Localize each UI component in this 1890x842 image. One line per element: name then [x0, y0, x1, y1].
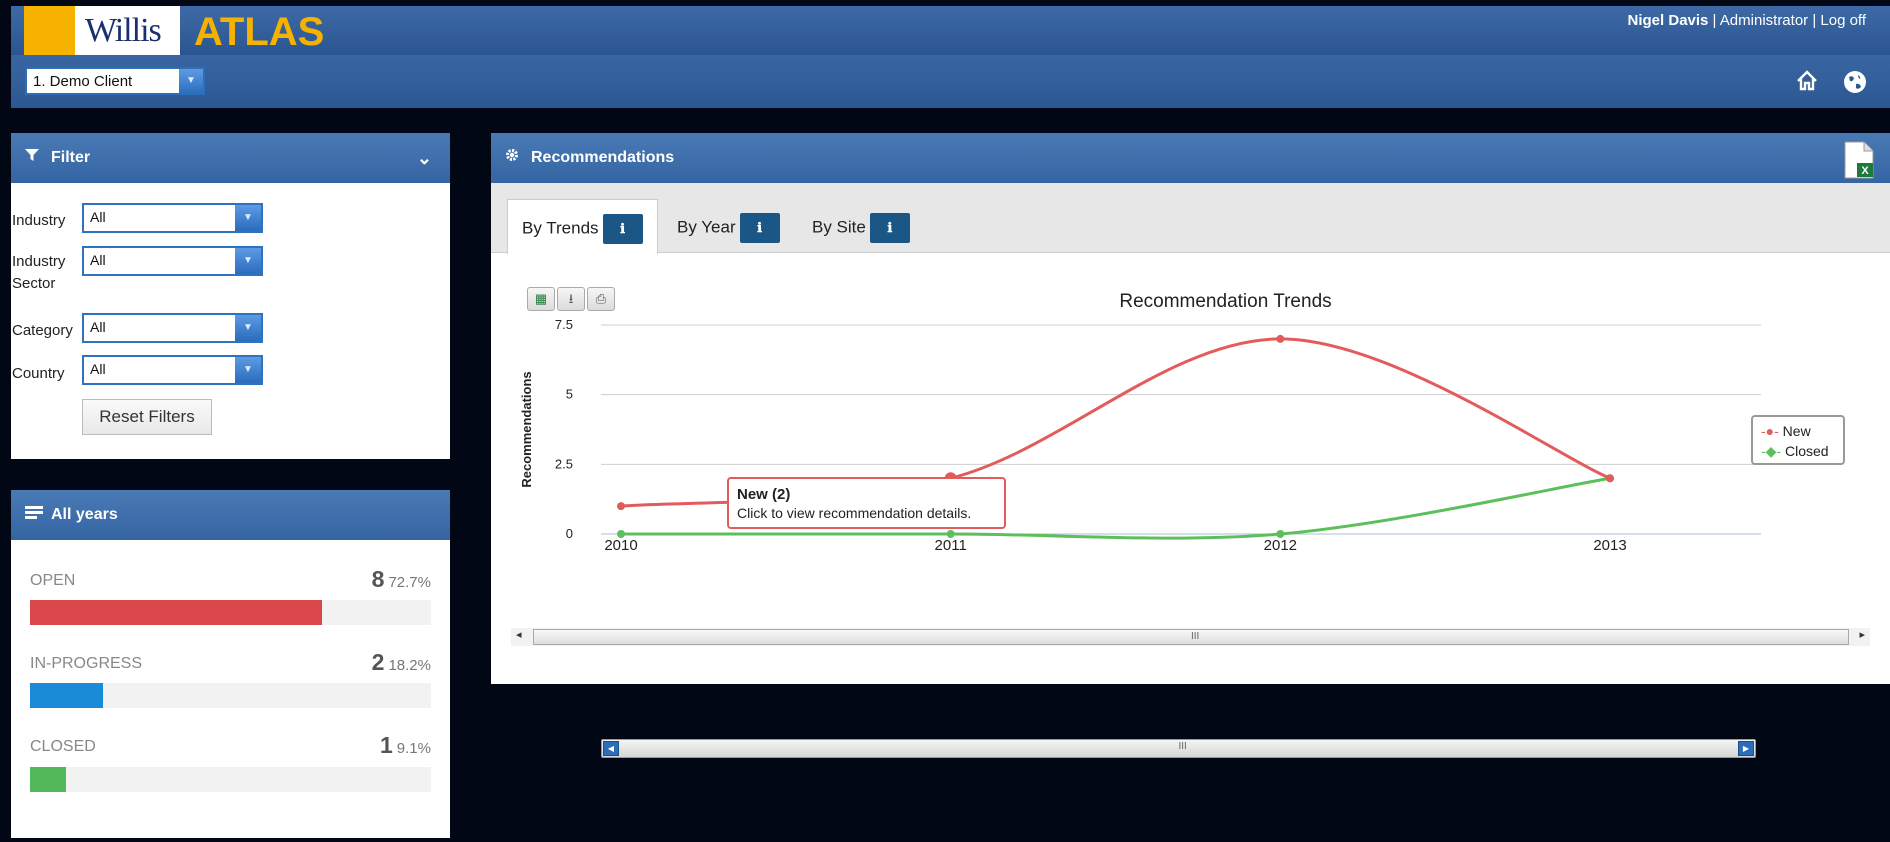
stat-value-open: 8 72.7%	[371, 566, 431, 592]
excel-export-icon[interactable]: X	[1842, 141, 1876, 179]
filter-header[interactable]: Filter ⌄	[11, 133, 450, 183]
trend-chart: ▦ ⭳ ⎙ Recommendation Trends 0 2.5 5 7.5 2010…	[511, 279, 1881, 758]
stat-value-in-progress: 2 18.2%	[371, 649, 431, 675]
stat-label-in-progress: IN-PROGRESS	[30, 655, 143, 672]
y-tick-label: 0	[566, 526, 573, 541]
stat-value-closed: 1 9.1%	[380, 732, 431, 758]
data-point-new	[617, 502, 625, 511]
x-tick-label: 2012	[1264, 537, 1297, 554]
country-select-value: All	[90, 361, 106, 377]
progress-bar-closed	[30, 767, 67, 792]
tab-bar: By Trends ℹ By Year ℹ By Site ℹ	[491, 183, 1890, 254]
stat-label-open: OPEN	[30, 572, 76, 589]
user-role[interactable]: Administrator	[1720, 12, 1808, 29]
category-select[interactable]: All ▼	[82, 313, 263, 343]
chart-plot: 0 2.5 5 7.5 2010 2011 2012 2013 Recommendations	[519, 317, 1761, 554]
scroll-left-icon[interactable]: ◀	[603, 741, 619, 756]
recommendations-header: Recommendations X	[491, 133, 1890, 183]
category-select-value: All	[90, 319, 106, 335]
x-tick-label: 2013	[1593, 537, 1626, 554]
all-years-title: All years	[51, 506, 118, 523]
info-icon[interactable]: ℹ	[602, 214, 643, 244]
data-point-closed	[617, 530, 625, 538]
willis-logo[interactable]: Willis	[24, 6, 180, 55]
legend-item-new[interactable]: -●- New	[1761, 421, 1835, 441]
y-tick-label: 5	[566, 387, 573, 402]
info-icon[interactable]: ℹ	[869, 213, 910, 243]
tab-by-site[interactable]: By Site ℹ	[798, 199, 924, 253]
gear-icon	[505, 133, 527, 183]
industry-label: Industry	[12, 212, 66, 229]
reset-filters-button[interactable]: Reset Filters	[82, 399, 212, 435]
industry-select-value: All	[90, 209, 106, 225]
list-icon	[25, 490, 47, 540]
chart-legend[interactable]: -●- New -◆- Closed	[1751, 415, 1845, 465]
chart-tooltip[interactable]: New (2) Click to view recommendation det…	[727, 477, 1006, 529]
y-axis-label: Recommendations	[519, 371, 534, 487]
legend-item-closed[interactable]: -◆- Closed	[1761, 441, 1835, 461]
y-tick-label: 7.5	[555, 317, 573, 332]
scroll-grip-icon[interactable]: III	[1179, 741, 1187, 752]
chevron-down-icon[interactable]: ▼	[179, 69, 203, 93]
scroll-thumb[interactable]: III	[533, 629, 1849, 645]
info-icon[interactable]: ℹ	[739, 213, 780, 243]
user-info: Nigel Davis | Administrator | Log off	[1627, 12, 1866, 29]
recommendations-panel: Recommendations X By Trends ℹ By Year ℹ By…	[491, 133, 1890, 758]
horizontal-scrollbar[interactable]: ◂ III ▸	[511, 628, 1870, 646]
progress-bar-open	[30, 600, 322, 625]
stat-label-closed: CLOSED	[30, 738, 96, 755]
country-select[interactable]: All ▼	[82, 355, 263, 385]
filter-title: Filter	[51, 149, 91, 166]
x-tick-label: 2010	[604, 537, 637, 554]
tab-by-year[interactable]: By Year ℹ	[663, 199, 794, 253]
chevron-down-icon[interactable]: ⌄	[417, 133, 432, 183]
client-select-value: 1. Demo Client	[33, 73, 133, 90]
category-label: Category	[12, 322, 73, 339]
recommendations-title: Recommendations	[531, 149, 675, 166]
funnel-icon	[25, 133, 47, 183]
y-tick-label: 2.5	[555, 456, 573, 471]
industry-select[interactable]: All ▼	[82, 203, 263, 233]
top-bar: Willis ATLAS Nigel Davis | Administrator…	[11, 6, 1890, 55]
x-tick-label: 2011	[935, 537, 967, 554]
globe-icon[interactable]	[1842, 69, 1868, 95]
chevron-down-icon[interactable]: ▼	[235, 315, 261, 341]
logoff-link[interactable]: Log off	[1820, 12, 1866, 29]
chart-navigator-scrollbar[interactable]: ◀ III ▶	[601, 739, 1756, 758]
data-point-new	[1606, 474, 1614, 483]
progress-track-in-progress	[30, 683, 431, 708]
chevron-down-icon[interactable]: ▼	[235, 357, 261, 383]
data-point-closed	[946, 530, 955, 538]
svg-text:X: X	[1861, 165, 1869, 177]
industry-sector-select-value: All	[90, 252, 106, 268]
progress-track-open	[30, 600, 431, 625]
client-select[interactable]: 1. Demo Client ▼	[25, 67, 205, 95]
country-label: Country	[12, 365, 65, 382]
tab-by-trends[interactable]: By Trends ℹ	[507, 199, 658, 254]
industry-sector-select[interactable]: All ▼	[82, 246, 263, 276]
all-years-panel: All years OPEN 8 72.7% IN-PROGRESS 2 18.2%…	[11, 490, 450, 838]
scroll-left-icon[interactable]: ◂	[516, 628, 522, 641]
data-point-new	[1276, 334, 1285, 343]
data-point-closed	[1276, 530, 1285, 538]
home-icon[interactable]	[1794, 69, 1820, 95]
progress-bar-in-progress	[30, 683, 103, 708]
progress-track-closed	[30, 767, 431, 792]
user-name: Nigel Davis	[1627, 12, 1709, 29]
atlas-logo: ATLAS	[194, 10, 325, 54]
scroll-right-icon[interactable]: ▶	[1738, 741, 1754, 756]
scroll-right-icon[interactable]: ▸	[1859, 628, 1865, 641]
industry-sector-label: Industry Sector	[12, 253, 66, 292]
filter-panel: Filter ⌄ Industry All ▼ Industry Sector …	[11, 133, 450, 459]
chevron-down-icon[interactable]: ▼	[235, 205, 261, 231]
sub-bar: 1. Demo Client ▼	[11, 55, 1890, 108]
chevron-down-icon[interactable]: ▼	[235, 248, 261, 274]
all-years-header: All years	[11, 490, 450, 540]
scroll-grip-icon: III	[1191, 631, 1200, 642]
